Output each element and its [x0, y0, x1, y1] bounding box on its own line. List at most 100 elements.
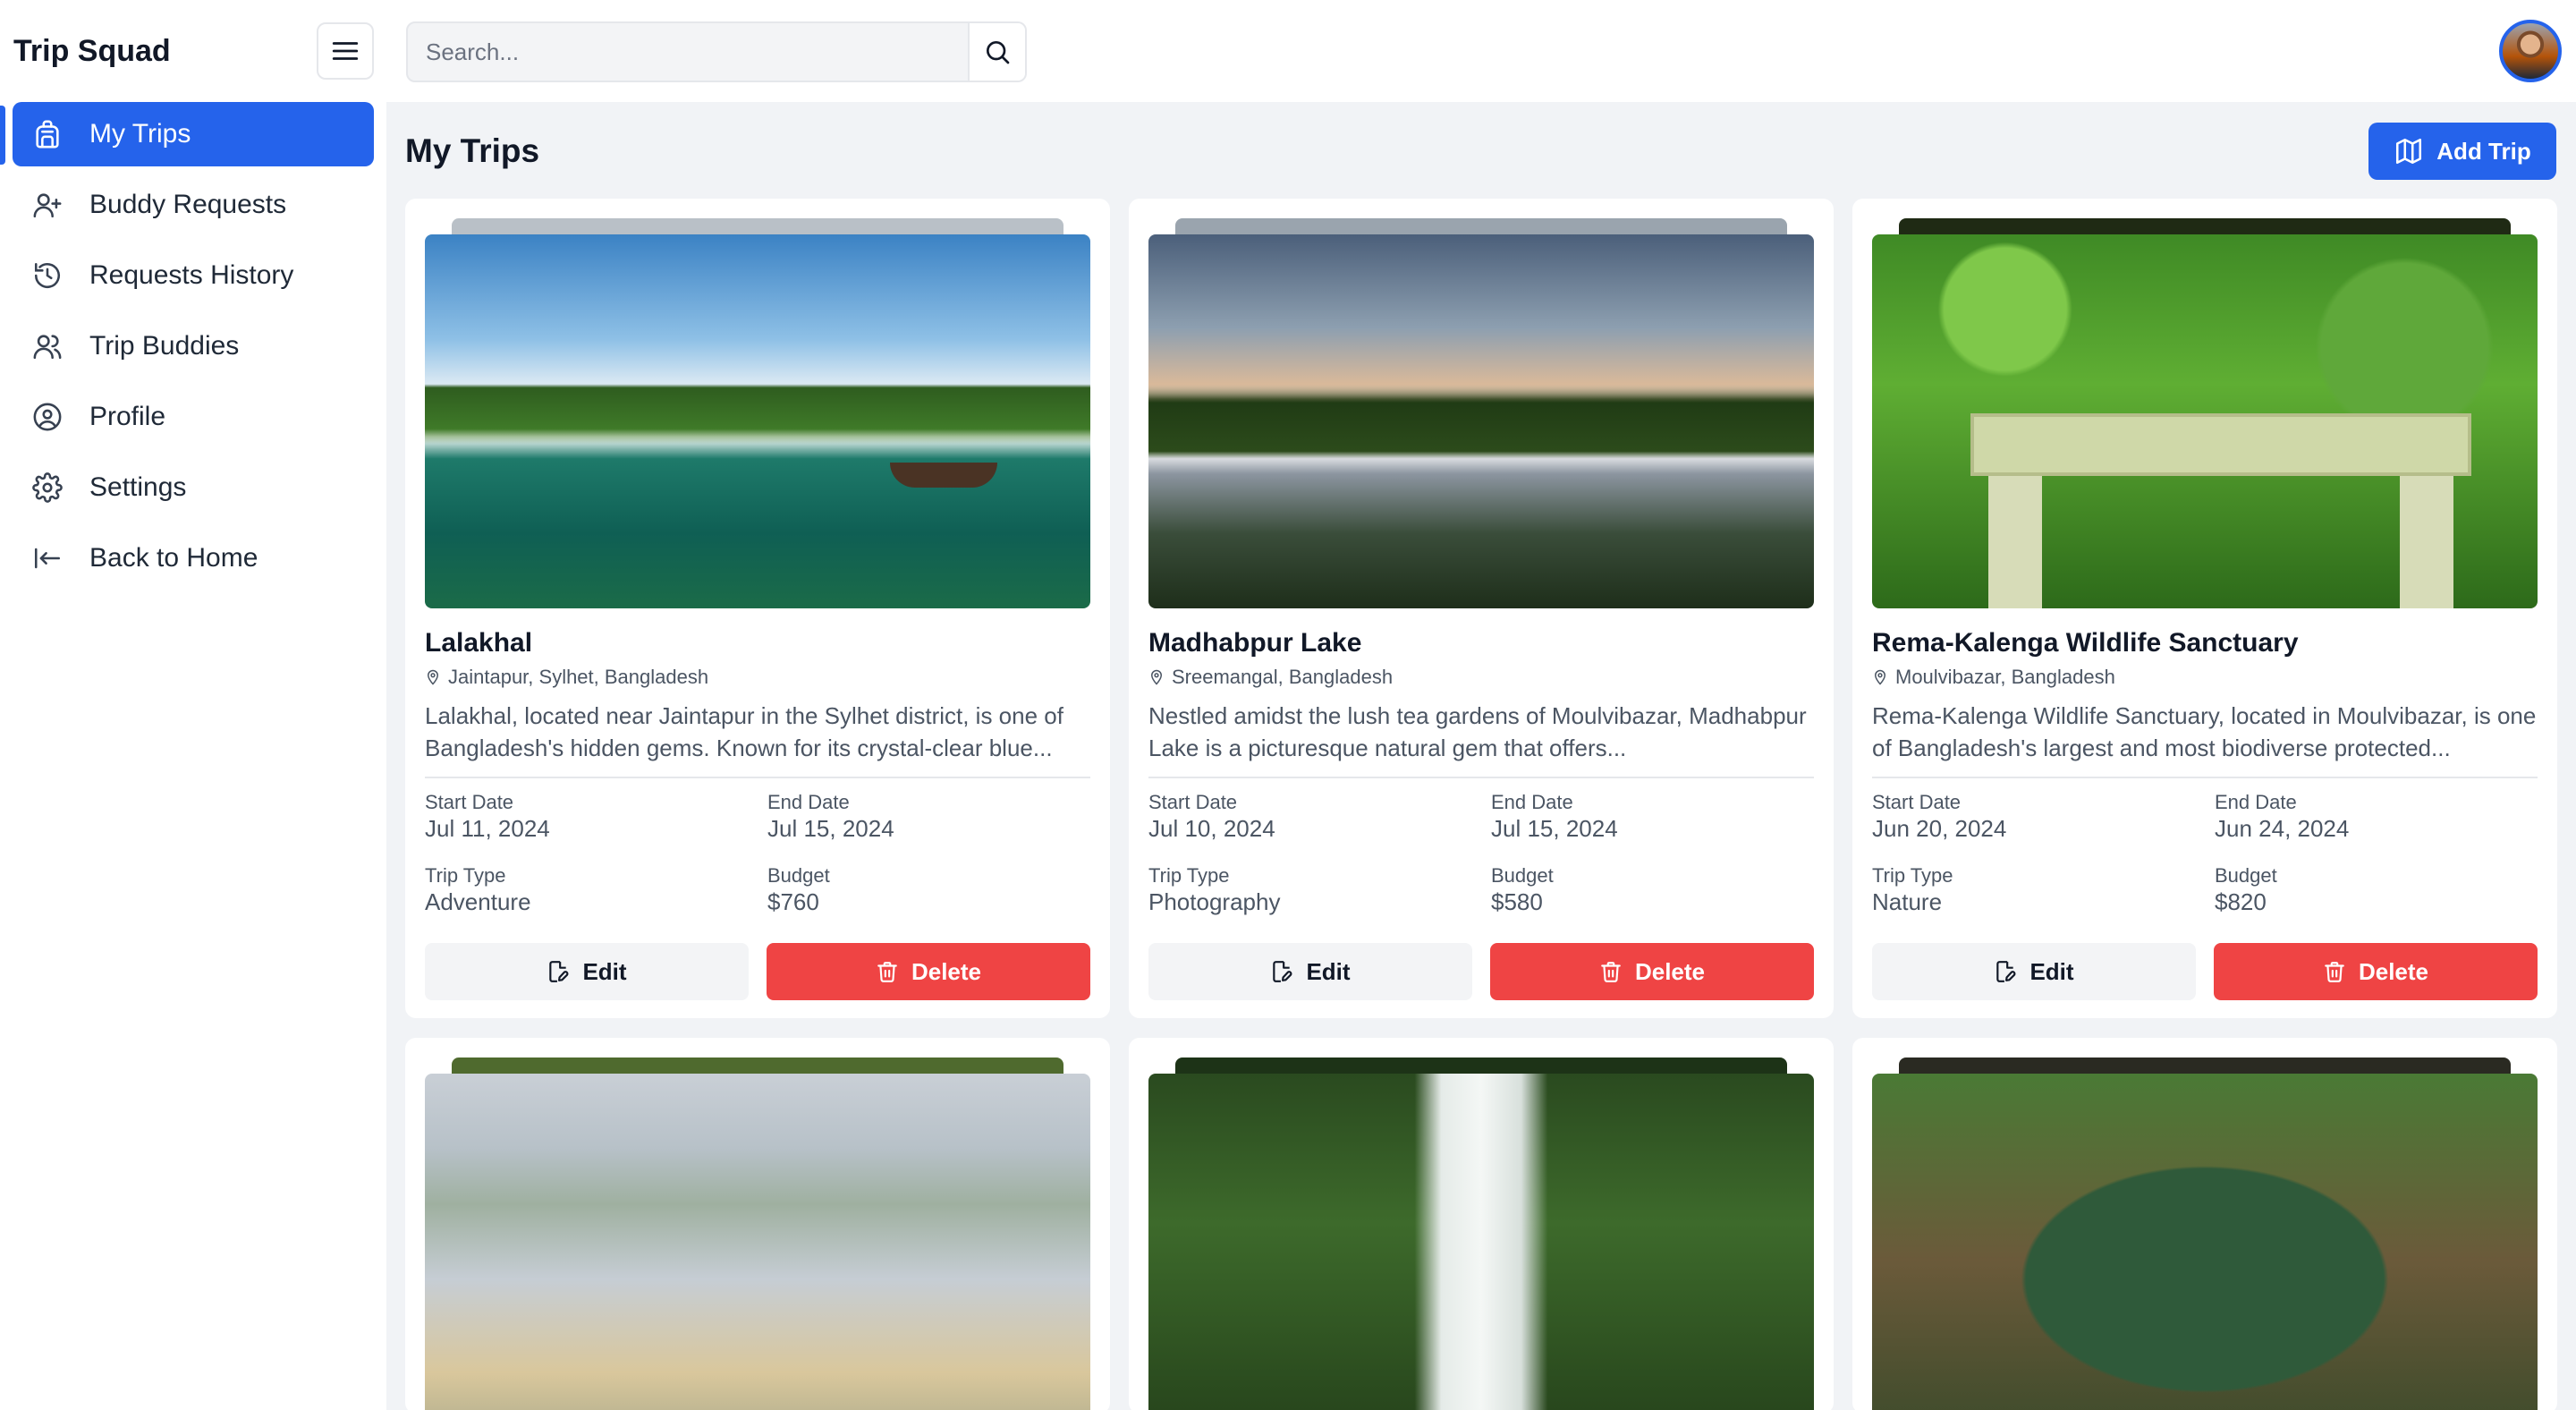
image-stack-edge: [452, 218, 1063, 236]
budget: Budget $760: [767, 864, 1090, 916]
search-input[interactable]: [408, 23, 968, 81]
start-date: Start Date Jun 20, 2024: [1872, 791, 2215, 843]
start-date: Start Date Jul 10, 2024: [1148, 791, 1491, 843]
map-icon: [2396, 138, 2422, 165]
sidebar-item-label: My Trips: [89, 119, 191, 149]
trip-image[interactable]: [1148, 234, 1814, 608]
app-brand: Trip Squad: [13, 33, 171, 68]
sidebar-item-profile[interactable]: Profile: [13, 385, 374, 449]
add-trip-button[interactable]: Add Trip: [2368, 123, 2556, 180]
edit-file-icon: [549, 961, 569, 982]
delete-label: Delete: [1634, 957, 1706, 985]
trip-type: Trip Type Photography: [1148, 864, 1491, 916]
trip-description: Rema-Kalenga Wildlife Sanctuary, located…: [1872, 702, 2537, 761]
card-divider: [425, 777, 1090, 778]
start-date: Start Date Jul 11, 2024: [425, 791, 767, 843]
end-date: End Date Jul 15, 2024: [1491, 791, 1814, 843]
sign-post-shape: [1988, 476, 2042, 608]
trip-description: Lalakhal, located near Jaintapur in the …: [425, 702, 1063, 761]
hamburger-icon: [332, 42, 359, 60]
sidebar-item-label: Requests History: [89, 260, 294, 290]
image-stack-edge: [1899, 1058, 2511, 1075]
card-actions: Edit Delete: [1872, 943, 2538, 1000]
delete-button[interactable]: Delete: [1490, 943, 1814, 1000]
sidebar: Trip Squad My Trips Buddy Requests Reque…: [0, 0, 386, 1410]
edit-button[interactable]: Edit: [425, 943, 749, 1000]
end-date-label: End Date: [1491, 791, 1573, 813]
card-divider: [1148, 777, 1814, 778]
map-pin-icon: [1150, 669, 1163, 685]
trip-image[interactable]: [1872, 234, 2538, 608]
start-date-label: Start Date: [1148, 791, 1238, 813]
edit-button[interactable]: Edit: [1872, 943, 2196, 1000]
budget: Budget $820: [2215, 864, 2538, 916]
sanctuary-sign-shape: [1970, 413, 2471, 476]
trip-image-stack: [425, 218, 1090, 612]
users-icon: [30, 329, 64, 363]
user-circle-icon: [30, 400, 64, 434]
trip-type-value: Nature: [1872, 888, 1943, 915]
start-date-value: Jul 11, 2024: [425, 815, 550, 842]
image-stack-edge: [1175, 218, 1787, 236]
avatar[interactable]: [2499, 20, 2562, 82]
trip-image-stack: [425, 1058, 1090, 1410]
trip-image[interactable]: [425, 234, 1090, 608]
brand-row: Trip Squad: [0, 0, 386, 102]
top-bar: [386, 0, 2576, 102]
trip-image[interactable]: [1872, 1074, 2538, 1410]
map-pin-icon: [1874, 669, 1886, 685]
start-date-value: Jul 10, 2024: [1148, 815, 1275, 842]
sidebar-item-back-to-home[interactable]: Back to Home: [13, 526, 374, 590]
trip-image-stack: [1148, 218, 1814, 612]
trip-image[interactable]: [1148, 1074, 1814, 1410]
arrow-left-to-line-icon: [30, 541, 64, 575]
budget-label: Budget: [767, 864, 830, 887]
trash-icon: [2325, 962, 2344, 982]
delete-button[interactable]: Delete: [767, 943, 1090, 1000]
trip-type-label: Trip Type: [1148, 864, 1230, 887]
start-date-label: Start Date: [425, 791, 514, 813]
trip-type-value: Adventure: [425, 888, 531, 915]
trip-image[interactable]: [425, 1074, 1090, 1410]
menu-toggle-button[interactable]: [317, 22, 374, 80]
image-stack-edge: [1899, 218, 2511, 236]
delete-label: Delete: [2358, 957, 2429, 985]
end-date-value: Jul 15, 2024: [767, 815, 894, 842]
end-date: End Date Jun 24, 2024: [2215, 791, 2538, 843]
edit-file-icon: [1996, 961, 2016, 982]
search-icon: [987, 41, 1010, 64]
search-button[interactable]: [968, 23, 1025, 81]
edit-file-icon: [1273, 961, 1292, 982]
budget: Budget $580: [1491, 864, 1814, 916]
sidebar-item-my-trips[interactable]: My Trips: [13, 102, 374, 166]
map-pin-icon: [427, 669, 439, 685]
edit-button[interactable]: Edit: [1148, 943, 1472, 1000]
add-trip-label: Add Trip: [2436, 137, 2531, 165]
backpack-icon: [30, 117, 64, 151]
sign-post-shape: [2400, 476, 2453, 608]
image-stack-edge: [452, 1058, 1063, 1075]
sidebar-item-requests-history[interactable]: Requests History: [13, 243, 374, 308]
sidebar-item-buddy-requests[interactable]: Buddy Requests: [13, 173, 374, 237]
sidebar-item-trip-buddies[interactable]: Trip Buddies: [13, 314, 374, 378]
page-title: My Trips: [405, 132, 540, 169]
trip-image-stack: [1148, 1058, 1814, 1410]
trip-facts: Start Date Jul 11, 2024 End Date Jul 15, 2…: [425, 791, 1090, 916]
trip-card: [405, 1038, 1110, 1410]
delete-button[interactable]: Delete: [2214, 943, 2538, 1000]
budget-label: Budget: [2215, 864, 2277, 887]
start-date-value: Jun 20, 2024: [1872, 815, 2007, 842]
budget-label: Budget: [1491, 864, 1554, 887]
trip-type-value: Photography: [1148, 888, 1281, 915]
start-date-label: Start Date: [1872, 791, 1962, 813]
budget-value: $580: [1491, 888, 1543, 915]
trip-location-text: Sreemangal, Bangladesh: [1172, 666, 1394, 688]
sidebar-nav: My Trips Buddy Requests Requests History…: [0, 102, 386, 590]
trip-title: Madhabpur Lake: [1148, 628, 1362, 658]
edit-label: Edit: [582, 957, 627, 985]
trip-description: Nestled amidst the lush tea gardens of M…: [1148, 702, 1807, 761]
sidebar-item-settings[interactable]: Settings: [13, 455, 374, 520]
delete-label: Delete: [911, 957, 982, 985]
edit-label: Edit: [1306, 957, 1351, 985]
card-divider: [1872, 777, 2538, 778]
